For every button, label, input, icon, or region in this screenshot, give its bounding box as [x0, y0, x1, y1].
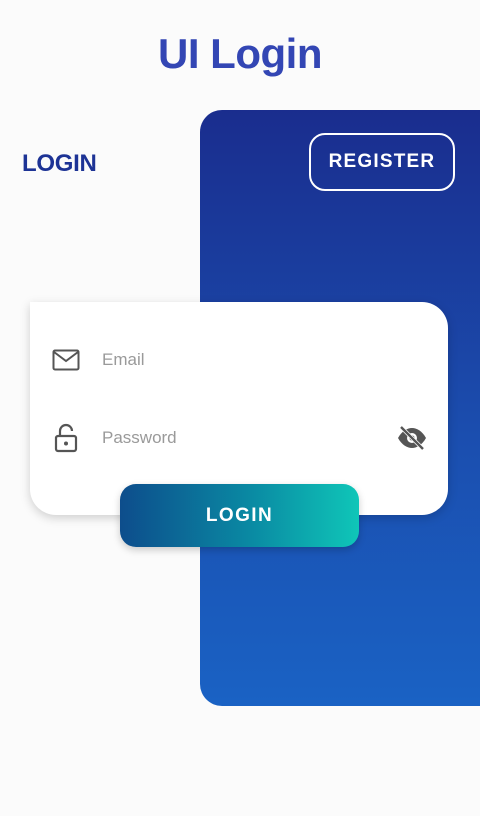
password-field-row — [30, 406, 448, 470]
mail-icon — [46, 340, 86, 380]
email-field-row — [30, 328, 448, 392]
login-submit-button[interactable]: LOGIN — [120, 484, 359, 547]
password-input[interactable] — [102, 428, 382, 448]
eye-off-icon[interactable] — [392, 418, 432, 458]
register-button[interactable]: REGISTER — [309, 133, 455, 191]
tab-login[interactable]: LOGIN — [22, 150, 97, 178]
lock-icon — [46, 418, 86, 458]
email-input[interactable] — [102, 350, 382, 370]
page-title: UI Login — [158, 30, 322, 77]
